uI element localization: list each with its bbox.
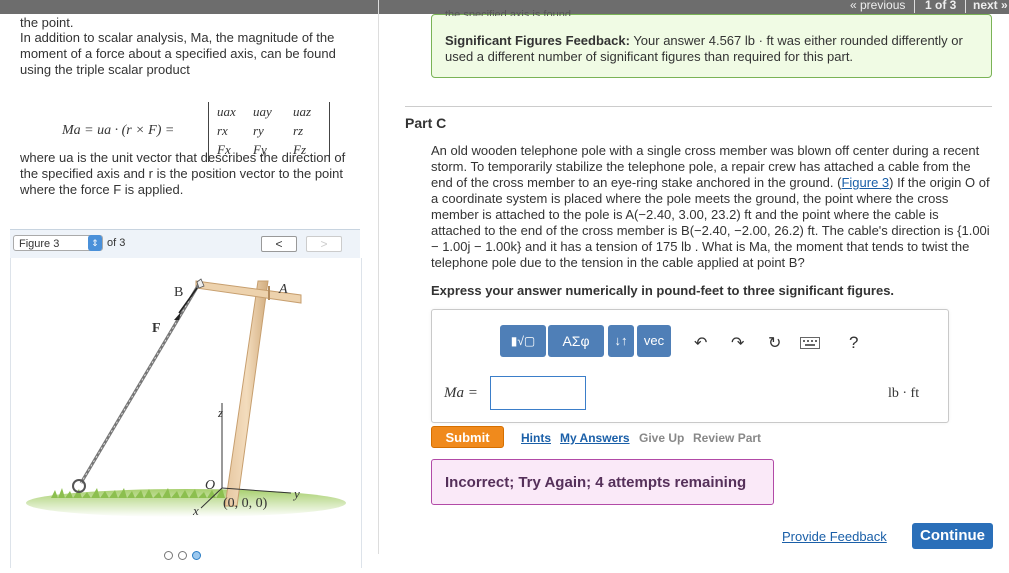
next-link[interactable]: next » bbox=[973, 0, 1008, 12]
undo-icon[interactable]: ↶ bbox=[694, 333, 707, 353]
my-answers-link[interactable]: My Answers bbox=[560, 431, 630, 445]
matrix-cell: rx bbox=[217, 123, 228, 138]
submit-button[interactable]: Submit bbox=[431, 426, 504, 448]
figure-select[interactable]: Figure 3 ⇕ bbox=[13, 235, 103, 251]
matrix-cell: rz bbox=[293, 123, 304, 138]
matrix-cell: uaz bbox=[293, 104, 312, 119]
figure-link[interactable]: Figure 3 bbox=[841, 175, 889, 190]
feedback-label: Significant Figures Feedback: bbox=[445, 33, 630, 48]
matrix-cell: ry bbox=[253, 123, 264, 138]
figure-prev-button[interactable]: < bbox=[261, 236, 297, 252]
label-origin: (0, 0, 0) bbox=[223, 496, 268, 511]
label-o: O bbox=[205, 478, 216, 493]
nav-separator bbox=[965, 0, 966, 13]
help-button[interactable]: ? bbox=[849, 333, 858, 353]
figure-next-button[interactable]: > bbox=[306, 236, 342, 252]
continue-button[interactable]: Continue bbox=[912, 523, 993, 549]
nav-separator bbox=[914, 0, 915, 13]
label-z: z bbox=[218, 405, 224, 420]
pager-dot[interactable] bbox=[164, 551, 173, 560]
telephone-pole-illustration bbox=[26, 278, 346, 517]
question-panel: the specified axis is found. Significant… bbox=[380, 10, 1009, 554]
label-f: F bbox=[152, 321, 161, 336]
provide-feedback-link[interactable]: Provide Feedback bbox=[782, 529, 887, 544]
part-title: Part C bbox=[405, 115, 447, 131]
answer-label: Ma = bbox=[444, 385, 478, 401]
problem-statement: An old wooden telephone pole with a sing… bbox=[431, 143, 991, 271]
matrix-cell: uay bbox=[253, 104, 272, 119]
pole bbox=[224, 280, 269, 507]
answer-unit: lb · ft bbox=[888, 386, 920, 401]
label-y: y bbox=[294, 486, 300, 501]
figure-3: B A F z O y x (0, 0, 0) bbox=[10, 258, 362, 568]
intro-fragment: the point. bbox=[20, 15, 74, 30]
section-divider bbox=[405, 106, 992, 107]
paragraph-triple-product: In addition to scalar analysis, Ma, the … bbox=[20, 30, 336, 77]
matrix-cell: uax bbox=[217, 104, 236, 119]
hint-panel: the point. In addition to scalar analysi… bbox=[0, 14, 367, 568]
answer-box: ▮√▢ ΑΣφ ↓↑ vec ↶ ↷ ↻ ? Ma = lb · ft bbox=[431, 309, 949, 423]
feedback-fragment: the specified axis is found. bbox=[445, 10, 575, 16]
templates-button[interactable]: ▮√▢ bbox=[500, 325, 546, 357]
formula-lhs: Ma = ua · (r × F) = bbox=[62, 123, 175, 138]
select-arrows-icon: ⇕ bbox=[88, 235, 102, 251]
sig-fig-feedback: the specified axis is found. Significant… bbox=[431, 10, 992, 78]
label-b: B bbox=[174, 285, 184, 300]
answer-input[interactable] bbox=[490, 376, 586, 410]
vector-button[interactable]: vec bbox=[637, 325, 671, 357]
reset-icon[interactable]: ↻ bbox=[768, 333, 781, 353]
figure-count: of 3 bbox=[107, 237, 126, 249]
redo-icon[interactable]: ↷ bbox=[731, 333, 744, 353]
figure-pager-dots bbox=[164, 547, 206, 565]
label-x: x bbox=[193, 503, 199, 518]
keyboard-icon[interactable] bbox=[800, 336, 820, 354]
page-status: 1 of 3 bbox=[925, 0, 957, 12]
attempt-status: Incorrect; Try Again; 4 attempts remaini… bbox=[431, 459, 774, 505]
paragraph-where: where ua is the unit vector that describ… bbox=[20, 150, 346, 197]
feedback-text-block: Significant Figures Feedback: Your answe… bbox=[445, 33, 980, 65]
attempt-status-text: Incorrect; Try Again; 4 attempts remaini… bbox=[445, 474, 747, 491]
greek-symbols-button[interactable]: ΑΣφ bbox=[548, 325, 604, 357]
give-up-link[interactable]: Give Up bbox=[639, 431, 684, 445]
review-part-link[interactable]: Review Part bbox=[693, 431, 761, 445]
figure-navigator: Figure 3 ⇕ of 3 < > bbox=[10, 229, 360, 259]
label-a: A bbox=[279, 282, 288, 297]
hints-link[interactable]: Hints bbox=[521, 431, 551, 445]
figure-select-value: Figure 3 bbox=[19, 238, 60, 250]
panel-divider bbox=[378, 0, 379, 554]
previous-link[interactable]: « previous bbox=[850, 0, 905, 12]
sort-button[interactable]: ↓↑ bbox=[608, 325, 634, 357]
pager-dot-active[interactable] bbox=[192, 551, 201, 560]
answer-instruction: Express your answer numerically in pound… bbox=[431, 283, 895, 298]
pager-dot[interactable] bbox=[178, 551, 187, 560]
